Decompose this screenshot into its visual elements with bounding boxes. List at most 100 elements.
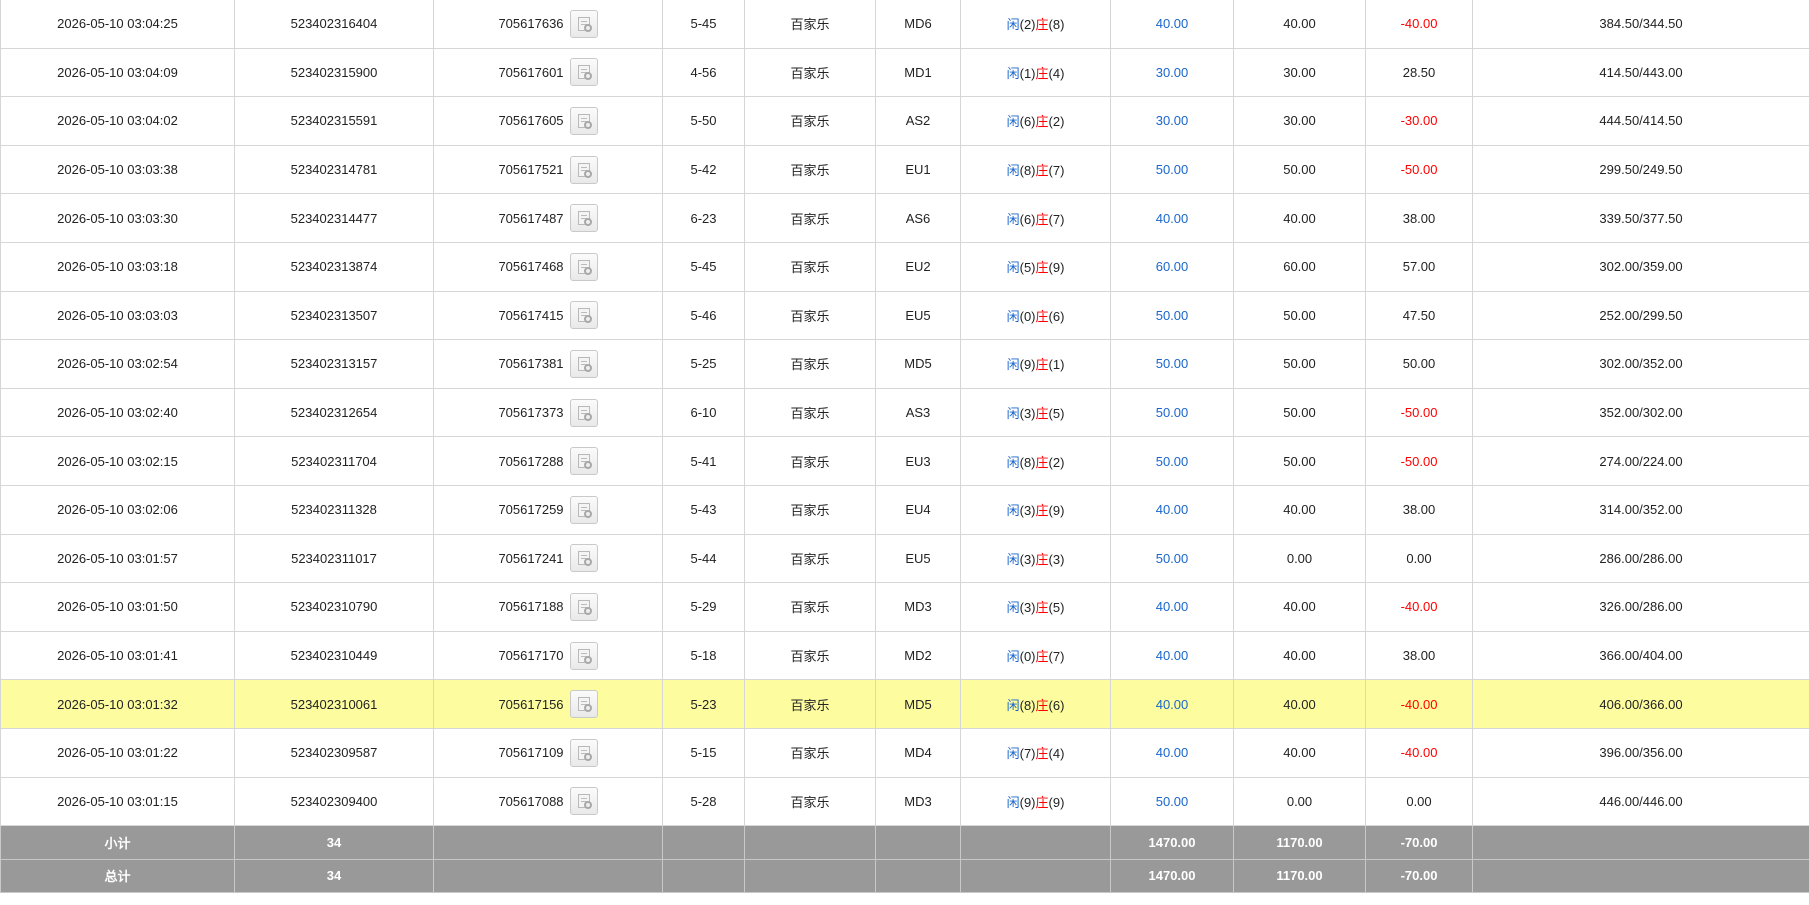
valid-bet: 40.00	[1233, 582, 1366, 632]
round-cell: 705617601	[433, 47, 663, 98]
table-row[interactable]: 2026-05-10 03:02:54 523402313157 705617381…	[0, 339, 1809, 389]
player-points: (5)	[1019, 260, 1036, 276]
table-row[interactable]: 2026-05-10 03:03:03 523402313507 705617415…	[0, 290, 1809, 341]
valid-bet: 50.00	[1233, 290, 1366, 341]
document-gear-icon[interactable]	[569, 738, 598, 767]
valid-bet: 0.00	[1233, 533, 1366, 584]
table-code: EU5	[875, 533, 961, 584]
total-winloss: -70.00	[1365, 858, 1473, 894]
banker-points: (7)	[1048, 211, 1065, 227]
banker-points: (7)	[1048, 649, 1065, 665]
valid-bet: 50.00	[1233, 339, 1366, 389]
document-gear-icon[interactable]	[569, 690, 598, 719]
game-type: 百家乐	[744, 582, 876, 632]
document-gear-icon[interactable]	[569, 155, 598, 184]
banker-label: 庄	[1035, 746, 1049, 762]
game-type: 百家乐	[744, 436, 876, 486]
balance-change: 302.00/352.00	[1472, 339, 1809, 389]
banker-points: (2)	[1048, 454, 1065, 470]
balance-change: 286.00/286.00	[1472, 533, 1809, 584]
win-loss: 38.00	[1365, 630, 1473, 681]
table-row[interactable]: 2026-05-10 03:04:25 523402316404 705617636…	[0, 0, 1809, 49]
player-points: (0)	[1019, 649, 1036, 665]
table-row[interactable]: 2026-05-10 03:01:57 523402311017 705617241…	[0, 533, 1809, 584]
bet-amount: 40.00	[1110, 0, 1234, 49]
document-gear-icon[interactable]	[569, 204, 598, 233]
document-gear-icon[interactable]	[569, 252, 598, 281]
round-id: 705617241	[498, 550, 564, 566]
game-type: 百家乐	[744, 241, 876, 292]
player-points: (0)	[1019, 308, 1036, 324]
banker-label: 庄	[1035, 600, 1049, 616]
bet-time: 2026-05-10 03:01:57	[0, 533, 235, 584]
table-row[interactable]: 2026-05-10 03:03:30 523402314477 705617487…	[0, 193, 1809, 243]
table-row[interactable]: 2026-05-10 03:01:22 523402309587 705617109…	[0, 727, 1809, 778]
win-loss: 57.00	[1365, 241, 1473, 292]
balance-change: 252.00/299.50	[1472, 290, 1809, 341]
player-points: (9)	[1019, 357, 1036, 373]
table-row[interactable]: 2026-05-10 03:01:32 523402310061 705617156…	[0, 679, 1809, 729]
document-gear-icon[interactable]	[569, 495, 598, 524]
table-row[interactable]: 2026-05-10 03:03:18 523402313874 705617468…	[0, 241, 1809, 292]
table-row[interactable]: 2026-05-10 03:04:02 523402315591 705617605…	[0, 96, 1809, 146]
table-row[interactable]: 2026-05-10 03:03:38 523402314781 705617521…	[0, 144, 1809, 195]
player-label: 闲	[1006, 114, 1020, 130]
document-gear-icon[interactable]	[569, 592, 598, 621]
document-gear-icon[interactable]	[569, 58, 598, 87]
game-type: 百家乐	[744, 290, 876, 341]
balance-change: 302.00/359.00	[1472, 241, 1809, 292]
table-row[interactable]: 2026-05-10 03:02:40 523402312654 705617373…	[0, 387, 1809, 438]
document-gear-icon[interactable]	[569, 301, 598, 330]
table-row[interactable]: 2026-05-10 03:02:06 523402311328 705617259…	[0, 484, 1809, 535]
shoe-hand: 5-18	[662, 630, 745, 681]
document-gear-icon[interactable]	[569, 544, 598, 573]
banker-label: 庄	[1035, 697, 1049, 713]
banker-points: (7)	[1048, 163, 1065, 179]
player-points: (9)	[1019, 794, 1036, 810]
banker-label: 庄	[1035, 551, 1049, 567]
table-row[interactable]: 2026-05-10 03:01:15 523402309400 705617088…	[0, 776, 1809, 827]
banker-label: 庄	[1035, 308, 1049, 324]
round-cell: 705617156	[433, 679, 663, 729]
bet-amount: 50.00	[1110, 144, 1234, 195]
round-id: 705617601	[498, 64, 564, 80]
bet-id: 523402314477	[234, 193, 434, 243]
document-gear-icon[interactable]	[569, 106, 598, 135]
player-points: (6)	[1019, 114, 1036, 130]
banker-points: (9)	[1048, 260, 1065, 276]
document-gear-icon[interactable]	[569, 9, 598, 38]
game-type: 百家乐	[744, 533, 876, 584]
game-type: 百家乐	[744, 0, 876, 49]
document-gear-icon[interactable]	[569, 447, 598, 476]
player-points: (3)	[1019, 551, 1036, 567]
player-points: (1)	[1019, 65, 1036, 81]
document-gear-icon[interactable]	[569, 787, 598, 816]
shoe-hand: 5-41	[662, 436, 745, 486]
win-loss: 0.00	[1365, 776, 1473, 827]
round-id: 705617468	[498, 259, 564, 275]
document-gear-icon[interactable]	[569, 641, 598, 670]
table-row[interactable]: 2026-05-10 03:01:50 523402310790 705617188…	[0, 582, 1809, 632]
shoe-hand: 5-28	[662, 776, 745, 827]
total-bet: 1470.00	[1110, 858, 1234, 894]
banker-label: 庄	[1035, 65, 1049, 81]
round-cell: 705617521	[433, 144, 663, 195]
player-points: (6)	[1019, 211, 1036, 227]
banker-label: 庄	[1035, 357, 1049, 373]
bet-id: 523402316404	[234, 0, 434, 49]
document-gear-icon[interactable]	[569, 398, 598, 427]
table-row[interactable]: 2026-05-10 03:02:15 523402311704 705617288…	[0, 436, 1809, 486]
player-points: (8)	[1019, 697, 1036, 713]
round-id: 705617636	[498, 16, 564, 32]
table-row[interactable]: 2026-05-10 03:01:41 523402310449 705617170…	[0, 630, 1809, 681]
result-cell: 闲(0)庄(7)	[960, 630, 1111, 681]
banker-points: (8)	[1048, 17, 1065, 33]
bet-amount: 40.00	[1110, 193, 1234, 243]
player-label: 闲	[1006, 260, 1020, 276]
bet-time: 2026-05-10 03:01:50	[0, 582, 235, 632]
document-gear-icon[interactable]	[569, 349, 598, 378]
player-points: (3)	[1019, 406, 1036, 422]
table-row[interactable]: 2026-05-10 03:04:09 523402315900 705617601…	[0, 47, 1809, 98]
shoe-hand: 4-56	[662, 47, 745, 98]
result-cell: 闲(9)庄(1)	[960, 339, 1111, 389]
